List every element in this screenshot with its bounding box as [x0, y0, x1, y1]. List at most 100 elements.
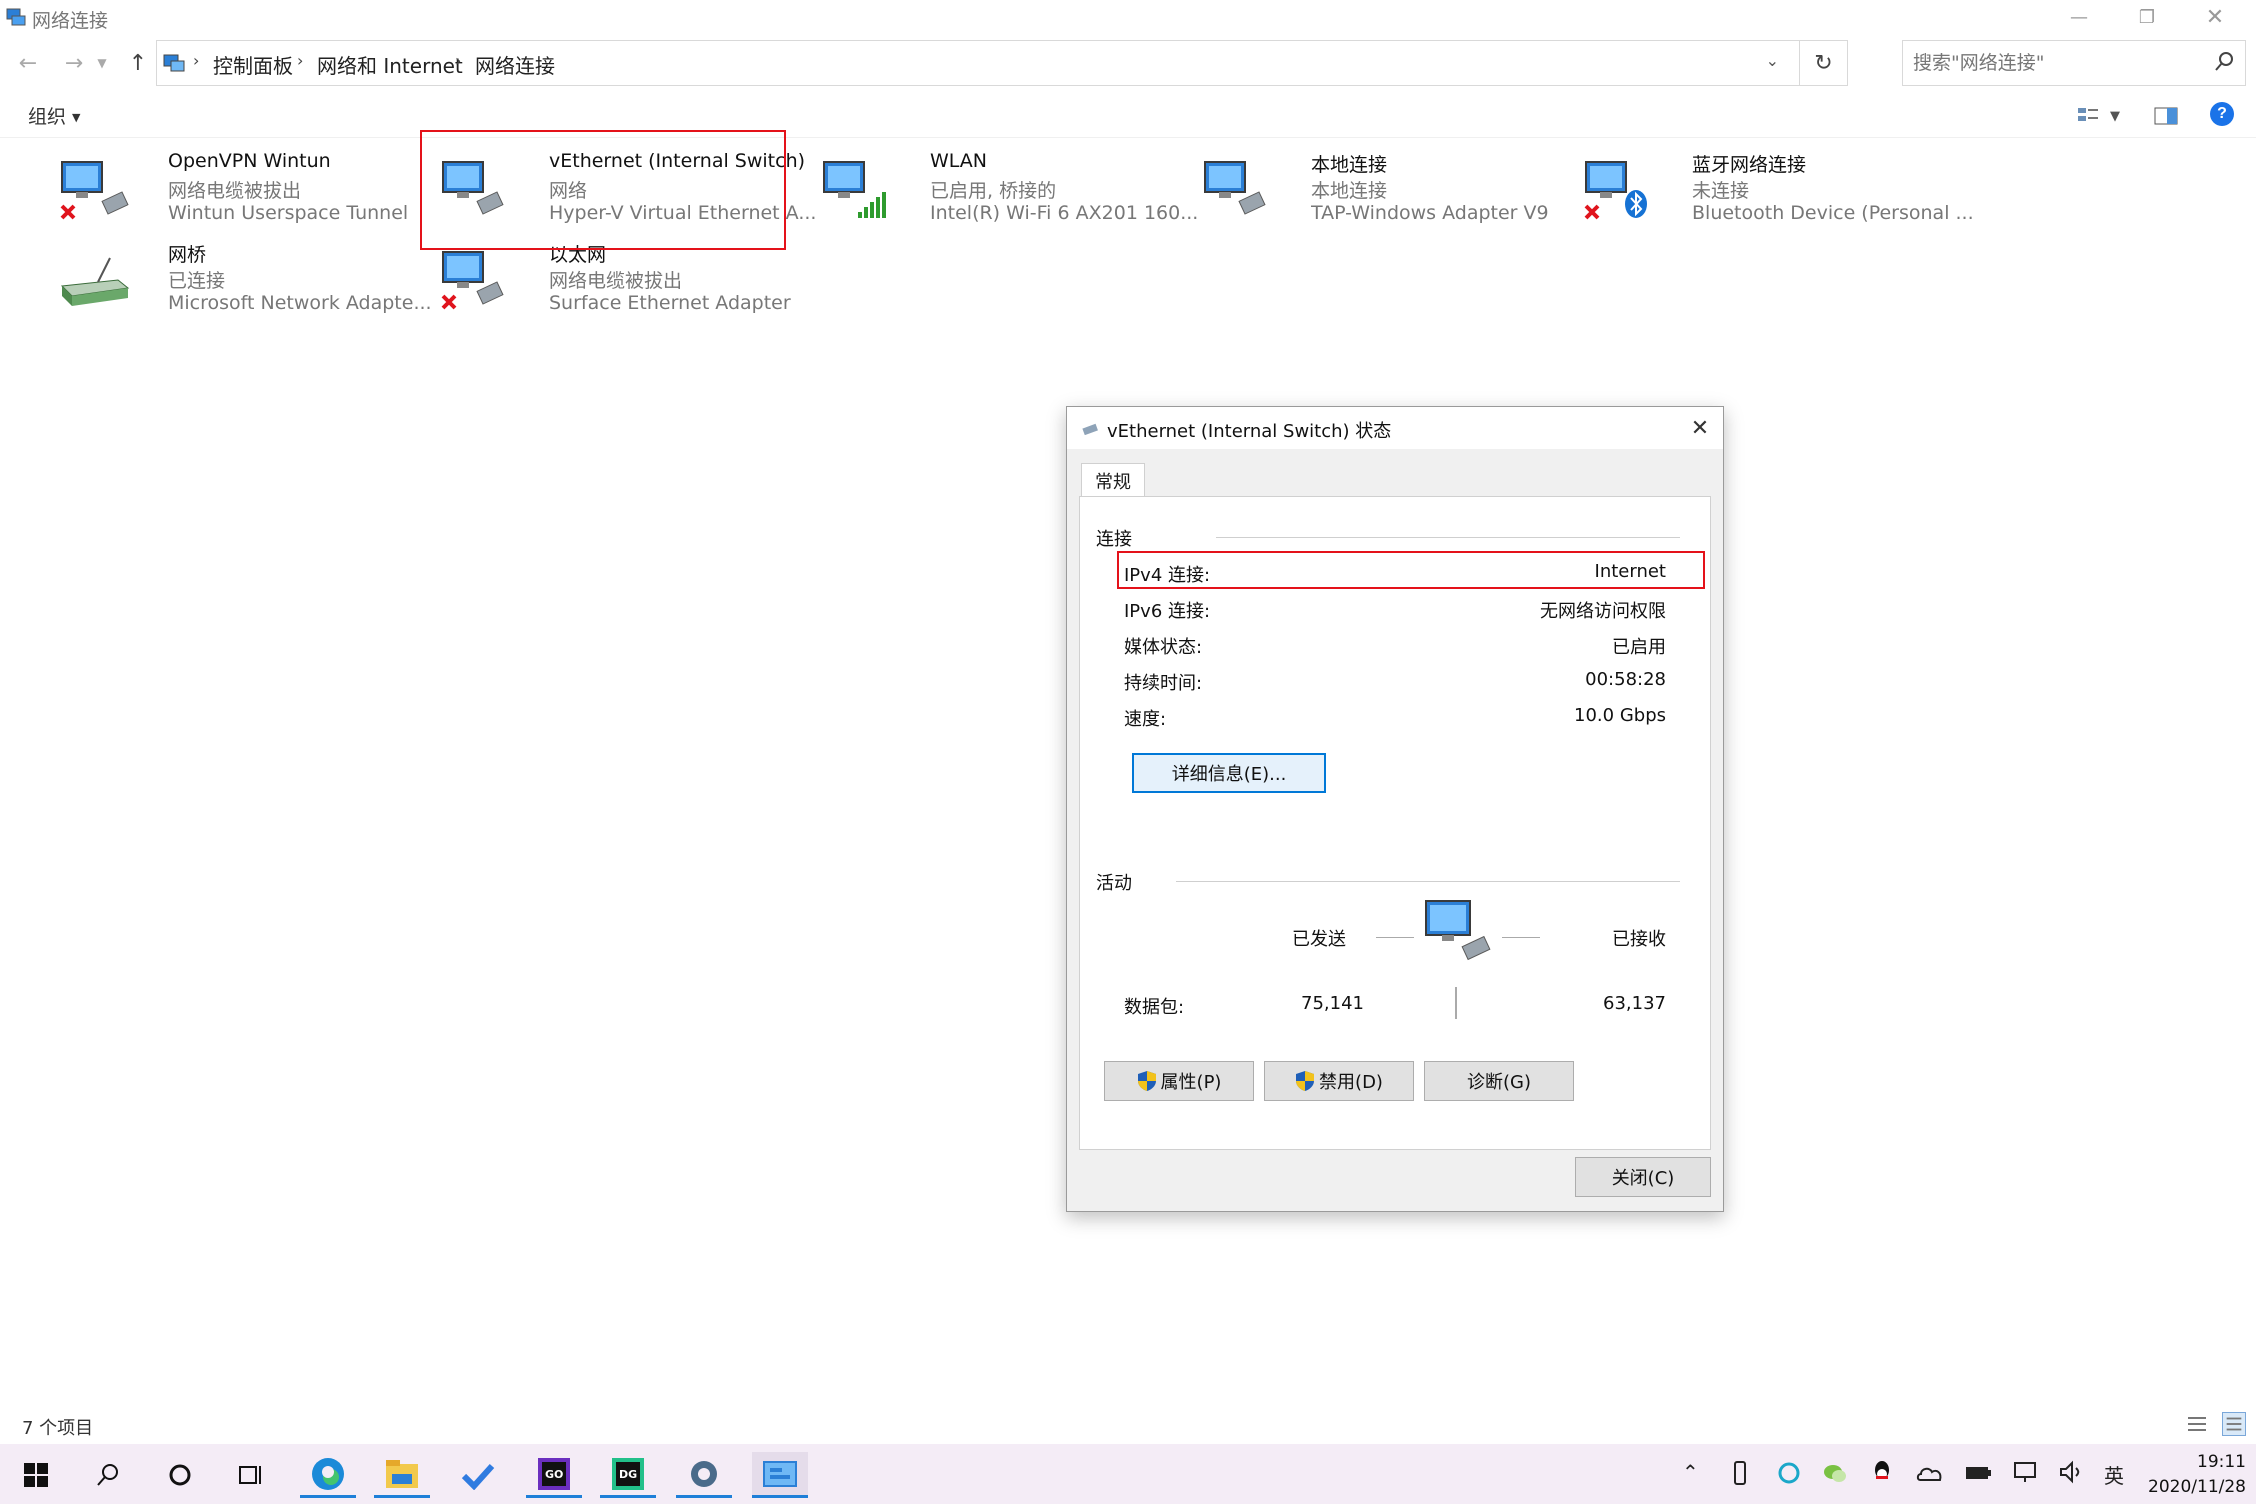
recent-locations-button[interactable]: ▼: [92, 46, 112, 80]
sent-line: [1376, 937, 1414, 938]
sync-icon[interactable]: [1776, 1460, 1802, 1486]
volume-icon[interactable]: [2058, 1460, 2084, 1484]
dialog-close-icon[interactable]: ✕: [1683, 411, 1717, 445]
task-view-button[interactable]: [224, 1452, 280, 1498]
connection-device: Bluetooth Device (Personal ...: [1692, 202, 1974, 224]
item-count: 7 个项目: [22, 1418, 94, 1439]
media-state-label: 媒体状态:: [1124, 637, 1203, 658]
minimize-button[interactable]: —: [2046, 0, 2112, 34]
network-icon[interactable]: [2012, 1460, 2040, 1484]
ipv6-value: 无网络访问权限: [1540, 601, 1666, 622]
speed-value: 10.0 Gbps: [1574, 705, 1666, 726]
properties-button[interactable]: 属性(P): [1104, 1061, 1254, 1101]
cortana-icon: [169, 1464, 191, 1486]
restore-button[interactable]: ❐: [2114, 0, 2180, 34]
organize-menu[interactable]: 组织 ▼: [28, 102, 80, 129]
search-input[interactable]: [1913, 49, 2203, 77]
show-hidden-icons-button[interactable]: ⌃: [1682, 1460, 1699, 1484]
command-bar: 组织 ▼ ▼: [0, 94, 2256, 138]
input-method-indicator[interactable]: 英: [2104, 1460, 2124, 1489]
caret-down-icon: ▼: [2110, 108, 2120, 124]
search-box[interactable]: [1902, 40, 2246, 86]
diagnose-button[interactable]: 诊断(G): [1424, 1061, 1574, 1101]
speed-label: 速度:: [1124, 709, 1167, 730]
chevron-down-icon[interactable]: ⌄: [1766, 51, 1779, 70]
large-icons-view-icon[interactable]: [2222, 1412, 2246, 1436]
clock[interactable]: 19:11 2020/11/28: [2126, 1450, 2246, 1500]
wechat-icon[interactable]: [1822, 1460, 1848, 1486]
cortana-button[interactable]: [152, 1452, 208, 1498]
forward-button[interactable]: →: [56, 46, 92, 80]
refresh-button[interactable]: ↻: [1799, 41, 1847, 85]
dialog-title-bar: vEthernet (Internal Switch) 状态 ✕: [1067, 407, 1723, 449]
network-connections-icon: [6, 8, 26, 26]
taskbar-app-datagrip[interactable]: DG: [600, 1452, 656, 1498]
packets-received-value: 63,137: [1603, 993, 1666, 1014]
disable-button[interactable]: 禁用(D): [1264, 1061, 1414, 1101]
connection-item-openvpn[interactable]: OpenVPN Wintun 网络电缆被拔出 Wintun Userspace …: [44, 150, 408, 236]
goland-icon: GO: [538, 1457, 570, 1490]
up-button[interactable]: ↑: [120, 46, 156, 80]
network-cable-icon: [1082, 423, 1098, 435]
preview-pane-icon: [2154, 107, 2178, 125]
back-button[interactable]: ←: [10, 46, 46, 80]
breadcrumb-control-panel[interactable]: 控制面板: [213, 50, 293, 79]
help-icon[interactable]: ?: [2210, 102, 2234, 126]
details-view-icon[interactable]: [2186, 1414, 2208, 1434]
packets-sent-value: 75,141: [1301, 993, 1364, 1014]
network-bridge-icon: [60, 257, 130, 306]
title-bar: 网络连接 — ❐ ✕: [0, 0, 2256, 36]
connection-name: 蓝牙网络连接: [1692, 154, 1807, 176]
connection-status: 网络电缆被拔出: [549, 270, 683, 292]
search-icon: [2215, 52, 2233, 71]
connection-item-bridge[interactable]: 网桥 已连接 Microsoft Network Adapte...: [44, 240, 432, 326]
breadcrumb-network-internet[interactable]: 网络和 Internet: [317, 50, 463, 79]
network-adapter-disconnected-icon: [60, 161, 129, 220]
close-window-button[interactable]: ✕: [2182, 0, 2248, 34]
connection-item-bluetooth[interactable]: 蓝牙网络连接 未连接 Bluetooth Device (Personal ..…: [1568, 150, 1974, 236]
packets-divider: [1455, 987, 1457, 1019]
change-view-button[interactable]: ▼: [2076, 102, 2120, 130]
address-bar[interactable]: › 控制面板 › 网络和 Internet › 网络连接 ⌄ ↻: [156, 40, 1848, 86]
clock-date: 2020/11/28: [2148, 1477, 2246, 1497]
start-button[interactable]: [8, 1452, 64, 1498]
uac-shield-icon: [1137, 1071, 1156, 1091]
connection-item-wlan[interactable]: WLAN 已启用, 桥接的 Intel(R) Wi-Fi 6 AX201 160…: [806, 150, 1198, 236]
taskbar-app-todo[interactable]: [450, 1452, 506, 1498]
onedrive-icon[interactable]: [1916, 1462, 1944, 1484]
received-label: 已接收: [1612, 929, 1666, 950]
tab-general[interactable]: 常规: [1081, 463, 1145, 497]
windows-logo-icon: [24, 1463, 48, 1487]
breadcrumb-network-connections[interactable]: 网络连接: [475, 50, 555, 79]
gear-icon: [691, 1460, 717, 1487]
taskbar-app-edge[interactable]: [300, 1452, 356, 1498]
usb-icon[interactable]: [1730, 1460, 1750, 1486]
svg-text:DG: DG: [619, 1468, 637, 1481]
details-button[interactable]: 详细信息(E)...: [1132, 753, 1326, 793]
qq-icon[interactable]: [1870, 1458, 1894, 1486]
search-icon: [97, 1464, 118, 1486]
search-button[interactable]: [80, 1452, 136, 1498]
preview-pane-button[interactable]: [2154, 102, 2178, 130]
wifi-adapter-icon: [823, 161, 886, 218]
breadcrumb-separator: ›: [297, 51, 304, 70]
disable-label: 禁用(D): [1319, 1072, 1383, 1093]
battery-icon[interactable]: [1964, 1462, 1992, 1484]
control-panel-icon: [763, 1460, 797, 1487]
taskbar-app-control-panel[interactable]: [752, 1452, 808, 1498]
received-line: [1502, 937, 1540, 938]
connection-status: 未连接: [1692, 180, 1750, 202]
connection-item-ethernet[interactable]: 以太网 网络电缆被拔出 Surface Ethernet Adapter: [425, 240, 791, 326]
media-state-value: 已启用: [1612, 637, 1666, 658]
caret-down-icon: ▼: [72, 111, 81, 124]
taskbar-app-goland[interactable]: GO: [526, 1452, 582, 1498]
uac-shield-icon: [1296, 1071, 1315, 1091]
duration-label: 持续时间:: [1124, 673, 1203, 694]
taskbar-app-file-explorer[interactable]: [374, 1452, 430, 1498]
connection-item-local[interactable]: 本地连接 本地连接 TAP-Windows Adapter V9: [1187, 150, 1549, 236]
view-options-icon: [2078, 108, 2098, 121]
ipv6-label: IPv6 连接:: [1124, 601, 1211, 622]
taskbar-app-settings[interactable]: [676, 1452, 732, 1498]
connection-device: Surface Ethernet Adapter: [549, 292, 791, 314]
close-button[interactable]: 关闭(C): [1575, 1157, 1711, 1197]
